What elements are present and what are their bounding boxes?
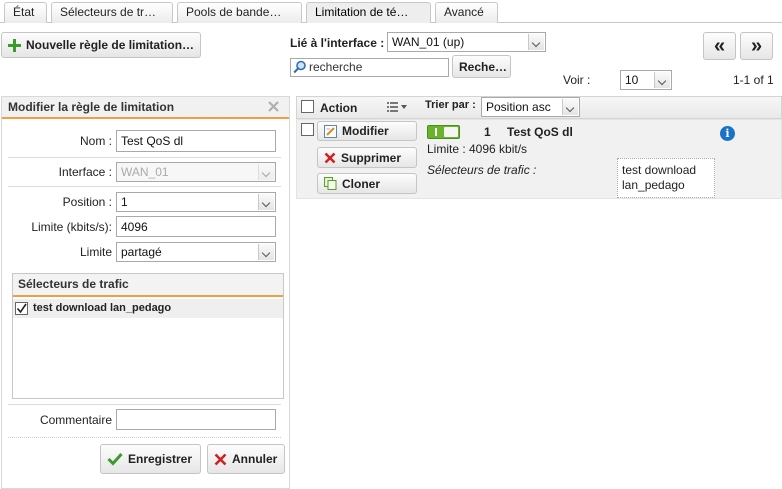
chevron-down-icon [258, 164, 274, 180]
traffic-selectors-box: Sélecteurs de trafic test download lan_p… [12, 273, 284, 399]
new-rule-button[interactable]: Nouvelle règle de limitation… [1, 32, 201, 58]
limit-label: Limite [79, 245, 112, 259]
divider [8, 186, 281, 187]
limit-kbits-value: 4096 [121, 220, 148, 234]
divider [8, 157, 281, 158]
rule-checkbox[interactable] [301, 123, 314, 136]
close-icon[interactable] [267, 100, 280, 116]
traffic-selectors-title: Sélecteurs de trafic [13, 274, 283, 297]
limit-kbits-label: Limite (kbits/s): [31, 220, 112, 234]
edit-icon [324, 124, 337, 138]
action-header: Action [320, 101, 358, 115]
interface-select-value: WAN_01 (up) [392, 35, 465, 49]
selector-item-label: test download lan_pedago [33, 302, 172, 314]
tab-etat[interactable]: État [4, 2, 47, 23]
divider [8, 437, 281, 438]
sort-label: Trier par : [425, 99, 476, 111]
name-label: Nom : [79, 134, 112, 148]
next-page-icon: » [750, 34, 763, 57]
tab-bar: État Sélecteurs de tr… Pools de bande… L… [0, 0, 782, 23]
new-rule-label: Nouvelle règle de limitation… [26, 38, 195, 52]
position-label: Position : [62, 195, 112, 209]
clone-icon [324, 177, 337, 190]
name-value: Test QoS dl [121, 134, 184, 148]
cancel-label: Annuler [232, 452, 278, 466]
show-label: Voir : [563, 73, 591, 87]
search-button-label: Reche… [459, 59, 508, 74]
save-button[interactable]: Enregistrer [100, 444, 201, 474]
divider [8, 404, 281, 405]
tab-selecteurs[interactable]: Sélecteurs de tr… [51, 2, 173, 23]
panel-title: Modifier la règle de limitation [2, 97, 289, 119]
delete-button[interactable]: Supprimer [317, 147, 417, 168]
comment-input[interactable] [116, 409, 276, 430]
page-size-select[interactable]: 10 [620, 70, 672, 90]
clone-button[interactable]: Cloner [317, 173, 417, 194]
rule-name: Test QoS dl [507, 125, 573, 139]
name-input[interactable]: Test QoS dl [116, 130, 276, 152]
tab-pools[interactable]: Pools de bande… [177, 2, 302, 23]
rule-selectors-label: Sélecteurs de trafic : [427, 163, 537, 177]
bound-interface-label: Lié à l'interface : [290, 36, 385, 50]
select-all-checkbox[interactable] [301, 100, 314, 113]
cross-icon [214, 453, 227, 466]
limit-kbits-input[interactable]: 4096 [116, 216, 276, 237]
limit-select[interactable]: partagé [116, 242, 276, 262]
delete-label: Supprimer [341, 150, 402, 165]
chevron-down-icon [562, 99, 578, 115]
limit-value: partagé [121, 245, 162, 259]
selector-checkbox[interactable] [15, 302, 28, 315]
sort-select[interactable]: Position asc [481, 97, 580, 117]
tab-avance[interactable]: Avancé [435, 2, 498, 23]
page-size-value: 10 [625, 73, 639, 87]
chevron-down-icon [258, 244, 274, 260]
interface-field-value: WAN_01 [121, 165, 169, 179]
position-select[interactable]: 1 [116, 192, 276, 212]
search-icon [293, 60, 307, 76]
next-page-button[interactable]: » [740, 32, 773, 60]
chevron-down-icon [528, 34, 544, 50]
search-button[interactable]: Reche… [452, 55, 511, 78]
chevron-down-icon [654, 72, 670, 88]
comment-label: Commentaire [39, 413, 112, 427]
plus-icon [8, 38, 21, 52]
page-range: 1-1 of 1 [733, 73, 774, 87]
prev-page-icon: « [713, 34, 726, 57]
toggle-knob [444, 127, 458, 137]
rule-enabled-toggle[interactable] [427, 125, 460, 139]
traffic-selector-item[interactable]: test download lan_pedago [13, 299, 283, 318]
info-icon[interactable]: i [720, 126, 735, 141]
modify-label: Modifier [342, 124, 389, 138]
column-menu-icon[interactable] [387, 101, 409, 116]
interface-select[interactable]: WAN_01 (up) [387, 32, 546, 52]
rule-limit: Limite : 4096 kbit/s [427, 142, 528, 156]
position-value: 1 [121, 195, 128, 209]
search-input[interactable]: recherche [290, 58, 449, 77]
modify-button[interactable]: Modifier [317, 121, 417, 141]
rule-position: 1 [484, 125, 491, 139]
prev-page-button[interactable]: « [703, 32, 736, 60]
chevron-down-icon [258, 194, 274, 210]
save-label: Enregistrer [128, 452, 193, 466]
clone-label: Cloner [342, 176, 381, 191]
checkmark-icon [107, 452, 123, 466]
toggle-on-mark [435, 128, 437, 136]
rule-selectors-value: test download lan_pedago [617, 158, 715, 198]
cancel-button[interactable]: Annuler [207, 444, 285, 474]
delete-icon [324, 152, 336, 164]
interface-field: WAN_01 [116, 162, 276, 182]
interface-label: Interface : [58, 165, 112, 179]
sort-value: Position asc [486, 100, 551, 114]
tab-limitation[interactable]: Limitation de té… [306, 2, 431, 23]
search-placeholder: recherche [309, 60, 363, 74]
